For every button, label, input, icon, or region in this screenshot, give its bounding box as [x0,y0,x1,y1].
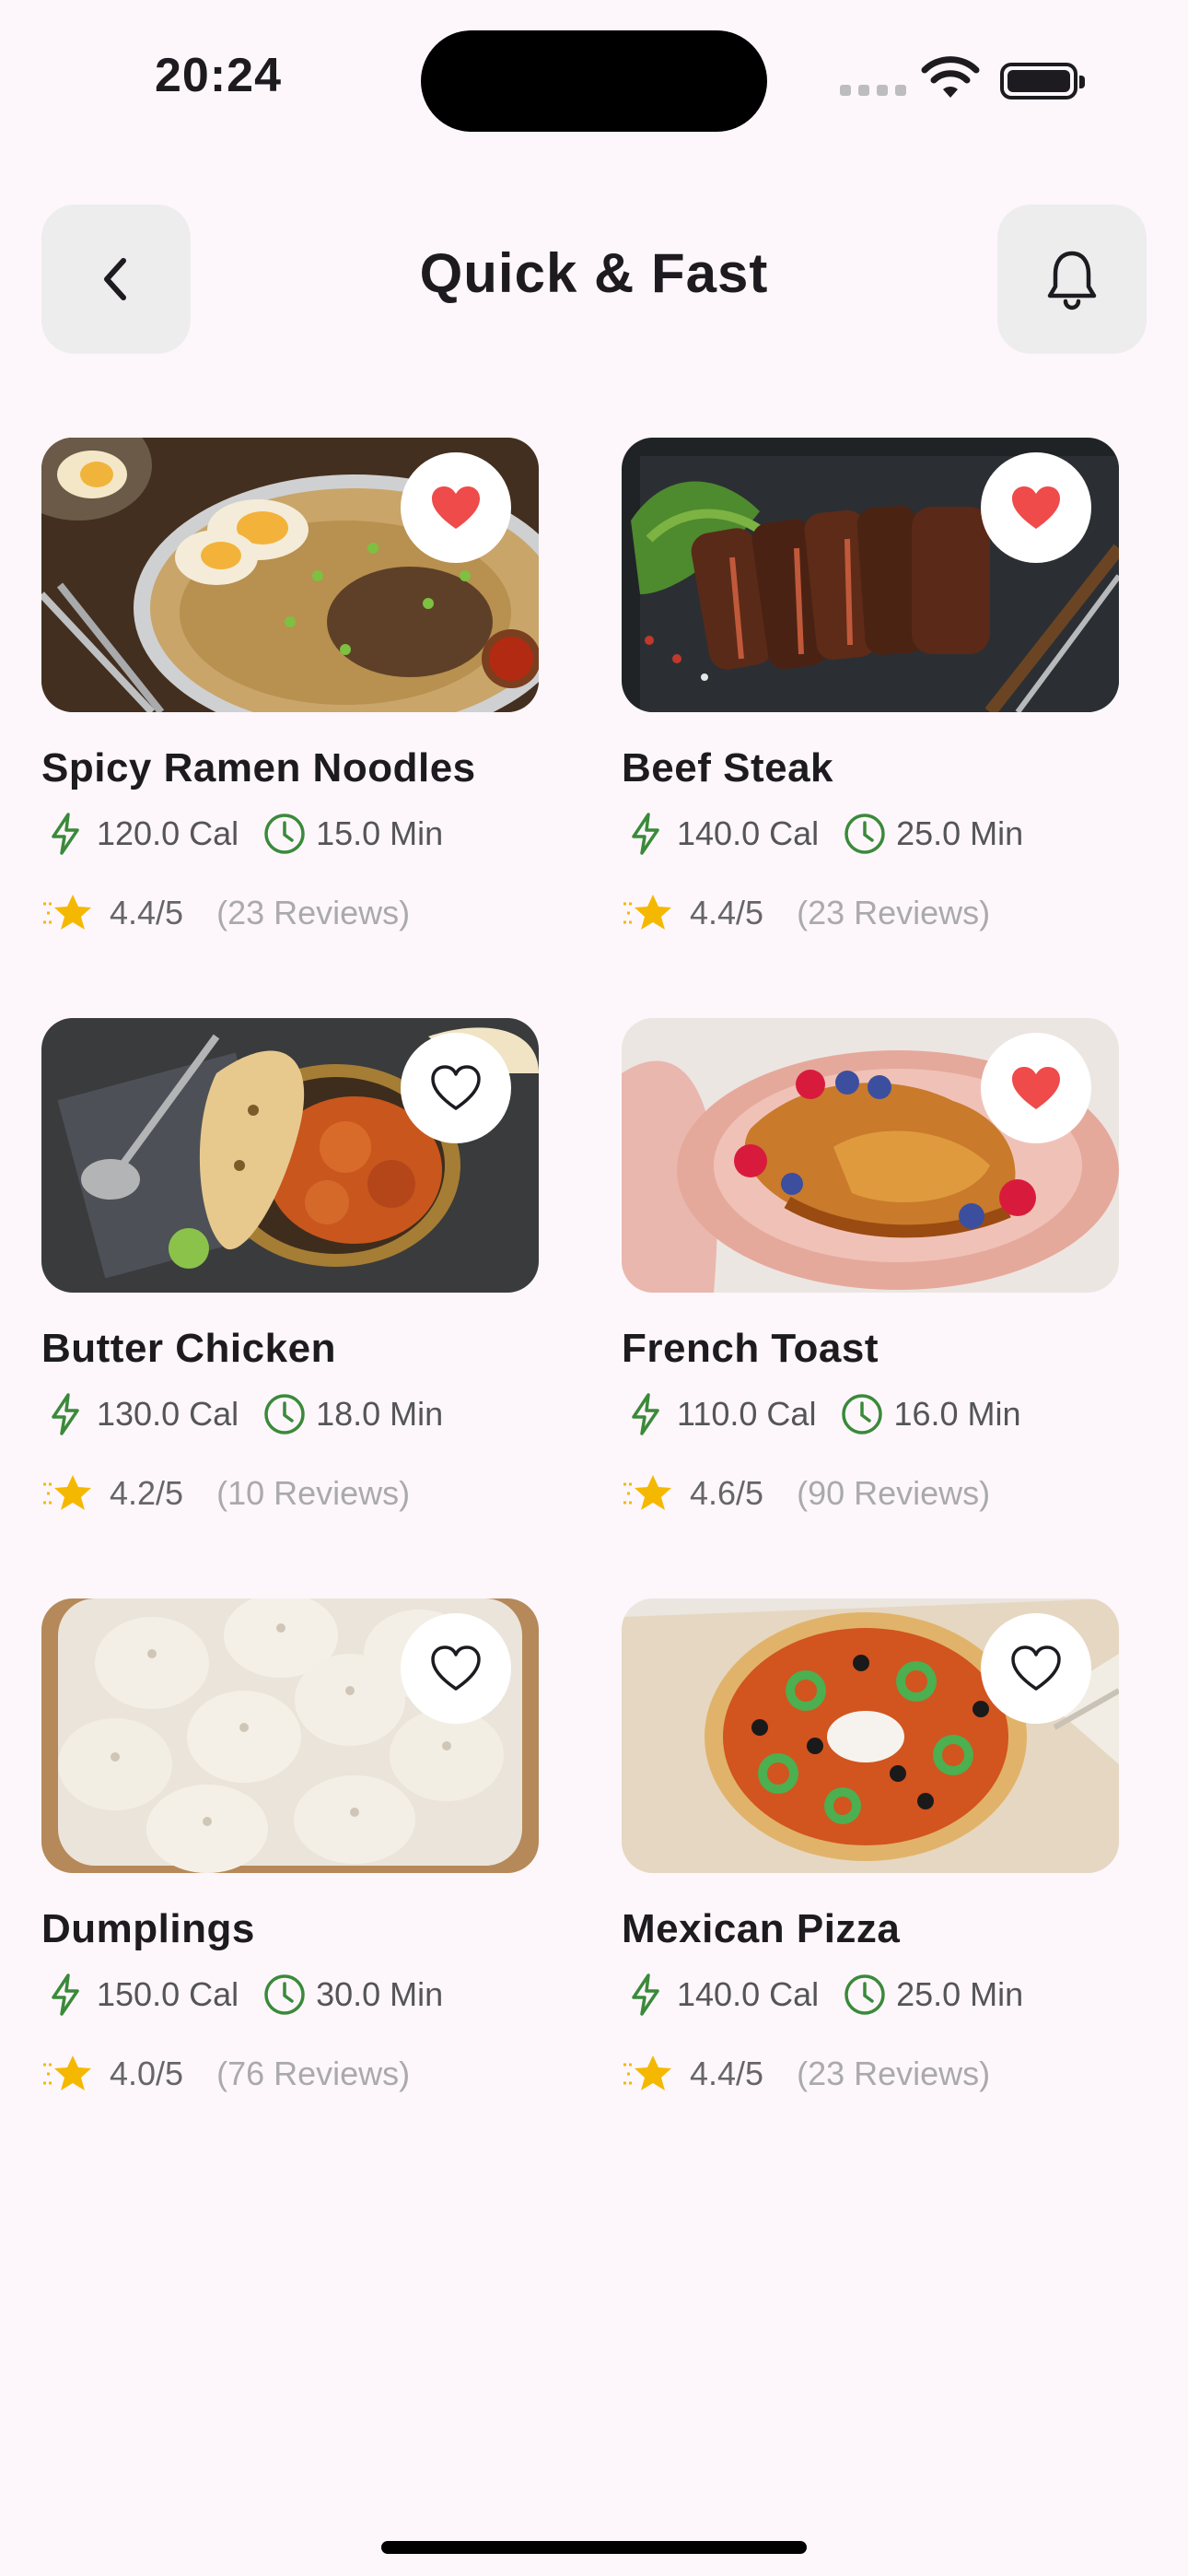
review-count: (76 Reviews) [216,2055,411,2092]
lightning-icon [41,810,89,858]
rating-score: 4.6/5 [690,1474,764,1512]
star-icon [41,1469,95,1517]
clock-icon [841,810,889,858]
review-count: (10 Reviews) [216,1474,411,1512]
bell-icon [1047,251,1097,310]
status-time: 20:24 [155,49,282,102]
cook-time: 16.0 Min [893,1395,1021,1433]
recipe-image-pizza [622,1598,1119,1873]
cellular-signal-icon [840,85,906,96]
favorite-button[interactable] [401,452,511,563]
recipe-card[interactable]: Dumplings 150.0 Cal 30.0 Min 4.0/5 (76 R… [41,1598,539,2096]
calories: 150.0 Cal [97,1975,239,2013]
cook-time: 30.0 Min [316,1975,444,2013]
recipe-name: Dumplings [41,1906,255,1951]
calories: 140.0 Cal [677,1975,820,2013]
recipe-name: French Toast [622,1326,879,1371]
recipe-rating: 4.0/5 (76 Reviews) [41,2048,539,2100]
recipe-image-ramen [41,438,539,712]
review-count: (23 Reviews) [797,894,991,931]
home-indicator[interactable] [381,2541,807,2554]
favorite-button[interactable] [981,1613,1091,1724]
heart-outline-icon [1011,1645,1061,1691]
favorite-button[interactable] [401,1033,511,1143]
recipe-rating: 4.6/5 (90 Reviews) [622,1468,1119,1519]
recipe-name: Mexican Pizza [622,1906,901,1951]
cook-time: 18.0 Min [316,1395,444,1433]
recipe-image-dumplings [41,1598,539,1873]
recipe-rating: 4.2/5 (10 Reviews) [41,1468,539,1519]
status-bar: 20:24 [0,0,1188,157]
recipe-rating: 4.4/5 (23 Reviews) [622,887,1119,939]
rating-score: 4.2/5 [110,1474,184,1512]
recipe-card[interactable]: Spicy Ramen Noodles 120.0 Cal 15.0 Min 4… [41,438,539,935]
clock-icon [261,810,309,858]
recipe-card[interactable]: Beef Steak 140.0 Cal 25.0 Min 4.4/5 (23 … [622,438,1119,935]
clock-icon [261,1971,309,2019]
recipe-meta: 130.0 Cal 18.0 Min [41,1388,539,1440]
recipe-meta: 150.0 Cal 30.0 Min [41,1969,539,2020]
rating-score: 4.4/5 [690,2055,764,2092]
review-count: (23 Reviews) [216,894,411,931]
notifications-button[interactable] [997,205,1147,354]
heart-outline-icon [431,1645,481,1691]
recipe-rating: 4.4/5 (23 Reviews) [41,887,539,939]
star-icon [622,2050,675,2098]
favorite-button[interactable] [981,452,1091,563]
review-count: (90 Reviews) [797,1474,991,1512]
review-count: (23 Reviews) [797,2055,991,2092]
recipe-meta: 140.0 Cal 25.0 Min [622,1969,1119,2020]
calories: 140.0 Cal [677,814,820,852]
recipe-image-steak [622,438,1119,712]
heart-filled-icon [432,486,480,529]
rating-score: 4.0/5 [110,2055,184,2092]
cook-time: 25.0 Min [896,1975,1024,2013]
recipe-name: Beef Steak [622,745,834,790]
clock-icon [261,1390,309,1438]
recipe-image-french-toast [622,1018,1119,1293]
star-icon [41,889,95,937]
lightning-icon [622,810,670,858]
recipe-rating: 4.4/5 (23 Reviews) [622,2048,1119,2100]
recipe-name: Spicy Ramen Noodles [41,745,476,790]
clock-icon [838,1390,886,1438]
star-icon [622,889,675,937]
wifi-icon [921,55,980,106]
recipe-card[interactable]: Mexican Pizza 140.0 Cal 25.0 Min 4.4/5 (… [622,1598,1119,2096]
recipe-name: Butter Chicken [41,1326,336,1371]
lightning-icon [622,1390,670,1438]
favorite-button[interactable] [981,1033,1091,1143]
heart-outline-icon [431,1065,481,1110]
heart-filled-icon [1012,486,1060,529]
recipe-meta: 140.0 Cal 25.0 Min [622,808,1119,860]
recipe-meta: 110.0 Cal 16.0 Min [622,1388,1119,1440]
calories: 130.0 Cal [97,1395,239,1433]
lightning-icon [41,1971,89,2019]
calories: 110.0 Cal [677,1395,817,1433]
lightning-icon [622,1971,670,2019]
star-icon [41,2050,95,2098]
recipe-card[interactable]: Butter Chicken 130.0 Cal 18.0 Min 4.2/5 … [41,1018,539,1516]
star-icon [622,1469,675,1517]
favorite-button[interactable] [401,1613,511,1724]
rating-score: 4.4/5 [690,894,764,931]
cook-time: 15.0 Min [316,814,444,852]
lightning-icon [41,1390,89,1438]
recipe-image-butter-chicken [41,1018,539,1293]
calories: 120.0 Cal [97,814,239,852]
heart-filled-icon [1012,1067,1060,1109]
recipe-meta: 120.0 Cal 15.0 Min [41,808,539,860]
clock-icon [841,1971,889,2019]
rating-score: 4.4/5 [110,894,184,931]
recipe-card[interactable]: French Toast 110.0 Cal 16.0 Min 4.6/5 (9… [622,1018,1119,1516]
dynamic-island [421,30,767,132]
battery-icon [1000,63,1085,100]
recipe-grid: Spicy Ramen Noodles 120.0 Cal 15.0 Min 4… [41,438,1119,2096]
cook-time: 25.0 Min [896,814,1024,852]
